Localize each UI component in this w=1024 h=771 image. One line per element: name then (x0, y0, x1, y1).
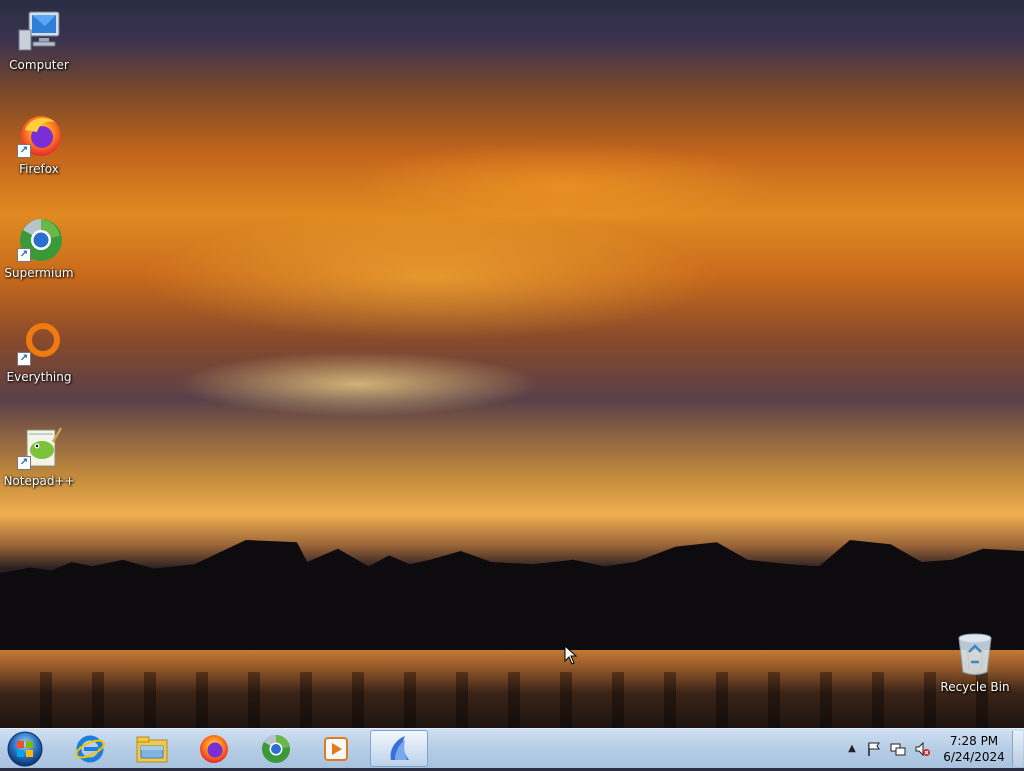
desktop-icon-recycle-bin[interactable]: Recycle Bin (939, 630, 1011, 694)
volume-muted-icon[interactable] (914, 741, 930, 757)
taskbar-supermium[interactable] (248, 730, 304, 767)
desktop-icon-supermium[interactable]: ↗ Supermium (3, 216, 75, 280)
desktop-icon-label: Firefox (19, 162, 59, 176)
windows-start-icon (7, 731, 43, 767)
network-icon[interactable] (890, 741, 906, 757)
desktop-wallpaper: Computer ↗ Firefox ↗ Supermium ↗ Everyth… (0, 0, 1024, 728)
clock-time: 7:28 PM (949, 734, 999, 748)
internet-explorer-icon (75, 735, 105, 762)
recycle-bin-icon (951, 630, 999, 678)
supermium-icon: ↗ (15, 216, 63, 264)
clock-date: 6/24/2024 (943, 750, 1005, 764)
desktop-icon-firefox[interactable]: ↗ Firefox (3, 112, 75, 176)
show-hidden-icons-chevron-icon[interactable]: ▲ (844, 741, 860, 757)
desktop-icon-everything[interactable]: ↗ Everything (3, 320, 75, 384)
shortcut-arrow-icon: ↗ (17, 144, 31, 158)
notepadpp-icon: ↗ (15, 424, 63, 472)
desktop-icon-label: Supermium (4, 266, 74, 280)
taskbar-internet-explorer[interactable] (62, 730, 118, 767)
taskbar-media-player[interactable] (308, 730, 364, 767)
start-button[interactable] (6, 731, 44, 767)
taskbar-active-app[interactable] (370, 730, 428, 767)
file-explorer-icon (136, 736, 168, 762)
firefox-icon: ↗ (15, 112, 63, 160)
desktop-icon-notepadpp[interactable]: ↗ Notepad++ (3, 424, 75, 488)
taskbar-file-explorer[interactable] (124, 730, 180, 767)
shortcut-arrow-icon: ↗ (17, 456, 31, 470)
show-desktop-button[interactable] (1012, 731, 1023, 767)
taskbar-firefox[interactable] (186, 730, 242, 767)
taskbar-clock[interactable]: 7:28 PM 6/24/2024 (936, 733, 1012, 765)
desktop-icon-label: Notepad++ (3, 474, 75, 488)
water-reflection (0, 672, 1024, 728)
system-tray: ▲ (840, 729, 936, 769)
desktop-icon-label: Everything (6, 370, 72, 384)
firefox-icon (200, 734, 228, 763)
desktop-icon-label: Computer (9, 58, 69, 72)
desktop-icon-computer[interactable]: Computer (3, 8, 75, 72)
action-center-flag-icon[interactable] (866, 741, 882, 757)
supermium-icon (262, 734, 290, 763)
desktop-icon-label: Recycle Bin (940, 680, 1010, 694)
shortcut-arrow-icon: ↗ (17, 248, 31, 262)
media-player-icon (324, 736, 348, 761)
active-app-icon (390, 735, 409, 760)
taskbar: ▲ 7:28 PM 6/24/2024 (0, 728, 1024, 768)
everything-icon: ↗ (15, 320, 63, 368)
computer-icon (15, 8, 63, 56)
mouse-cursor (564, 644, 578, 669)
city-skyline (0, 540, 1024, 650)
shortcut-arrow-icon: ↗ (17, 352, 31, 366)
